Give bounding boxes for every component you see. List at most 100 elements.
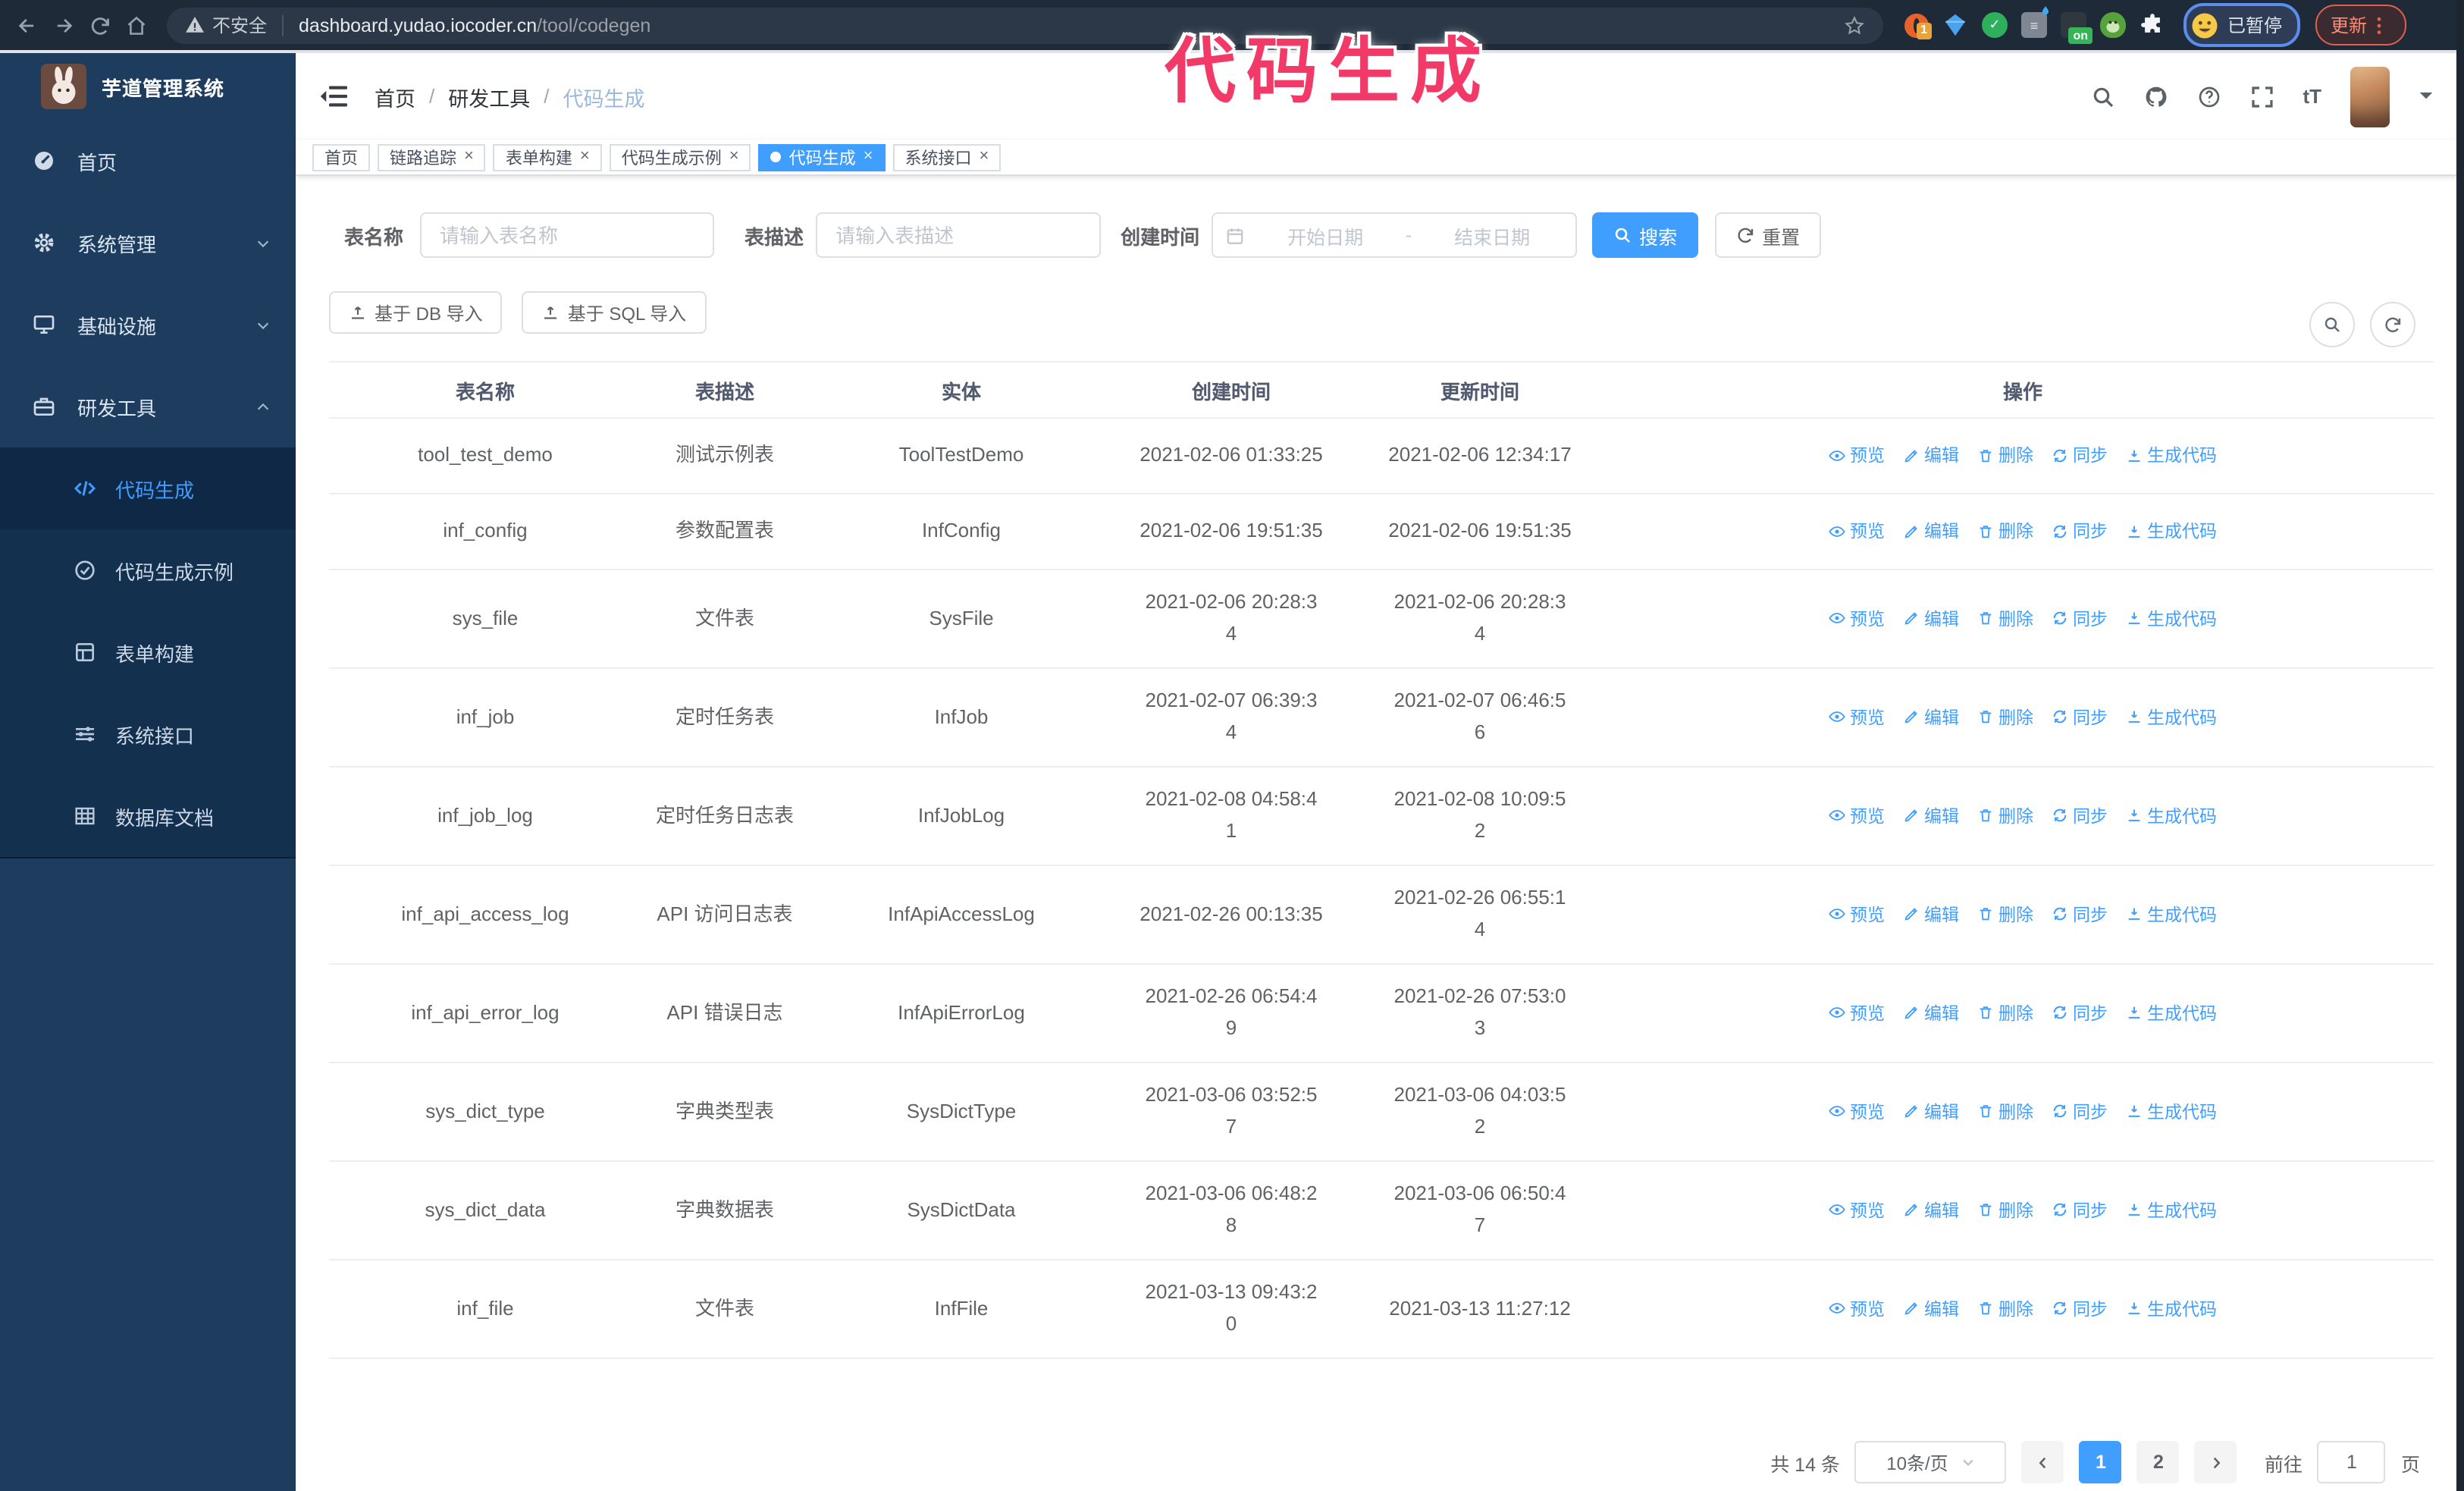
submenu-item-系统接口[interactable]: 系统接口: [0, 693, 296, 775]
preview-link[interactable]: 预览: [1829, 1198, 1885, 1223]
generate-code-link[interactable]: 生成代码: [2126, 705, 2217, 730]
reset-button[interactable]: 重置: [1715, 212, 1822, 258]
generate-code-link[interactable]: 生成代码: [2126, 804, 2217, 828]
delete-link[interactable]: 删除: [1977, 902, 2033, 927]
page-2-button[interactable]: 2: [2136, 1441, 2180, 1483]
avatar-caret-down-icon[interactable]: [2419, 91, 2434, 102]
page-size-select[interactable]: 10条/页: [1854, 1441, 2007, 1483]
generate-code-link[interactable]: 生成代码: [2126, 519, 2217, 544]
submenu-item-代码生成示例[interactable]: 代码生成示例: [0, 529, 296, 611]
browser-update-button[interactable]: 更新: [2315, 5, 2407, 46]
toggle-search-button[interactable]: [2309, 302, 2355, 347]
preview-link[interactable]: 预览: [1829, 607, 1885, 631]
back-icon[interactable]: [9, 7, 45, 43]
sidebar-item-基础设施[interactable]: 基础设施: [0, 284, 296, 366]
edit-link[interactable]: 编辑: [1903, 1198, 1959, 1223]
table-desc-input[interactable]: [816, 212, 1102, 258]
puzzle-extension-icon[interactable]: [2140, 12, 2165, 38]
profile-chip[interactable]: 已暂停: [2183, 3, 2301, 47]
sync-link[interactable]: 同步: [2052, 1001, 2108, 1025]
fullscreen-icon[interactable]: [2249, 84, 2274, 108]
delete-link[interactable]: 删除: [1977, 1001, 2033, 1025]
sync-link[interactable]: 同步: [2052, 607, 2108, 631]
preview-link[interactable]: 预览: [1829, 705, 1885, 730]
end-date-placeholder[interactable]: 结束日期: [1421, 221, 1563, 250]
tag-close-icon[interactable]: ×: [980, 148, 989, 165]
url-path[interactable]: /tool/codegen: [537, 14, 650, 36]
forward-icon[interactable]: [45, 7, 82, 43]
delete-link[interactable]: 删除: [1977, 519, 2033, 544]
edit-link[interactable]: 编辑: [1903, 444, 1959, 468]
preview-link[interactable]: 预览: [1829, 1001, 1885, 1025]
on-badge-extension-icon[interactable]: on: [2061, 12, 2093, 44]
tag-close-icon[interactable]: ×: [864, 148, 873, 165]
submenu-item-表单构建[interactable]: 表单构建: [0, 611, 296, 693]
user-avatar[interactable]: [2350, 66, 2390, 127]
search-icon[interactable]: [2090, 84, 2114, 108]
sync-link[interactable]: 同步: [2052, 902, 2108, 927]
home-icon[interactable]: [118, 7, 155, 43]
font-size-icon[interactable]: tT: [2303, 85, 2321, 108]
tag-链路追踪[interactable]: 链路追踪 ×: [378, 143, 486, 171]
preview-link[interactable]: 预览: [1829, 1297, 1885, 1321]
sync-link[interactable]: 同步: [2052, 1297, 2108, 1321]
table-name-input[interactable]: [420, 212, 715, 258]
security-label[interactable]: 不安全: [212, 12, 267, 38]
preview-link[interactable]: 预览: [1829, 804, 1885, 828]
preview-link[interactable]: 预览: [1829, 1100, 1885, 1124]
monkey-extension-icon[interactable]: [2100, 12, 2126, 38]
generate-code-link[interactable]: 生成代码: [2126, 1001, 2217, 1025]
help-icon[interactable]: [2196, 84, 2221, 108]
generate-code-link[interactable]: 生成代码: [2126, 902, 2217, 927]
edit-link[interactable]: 编辑: [1903, 705, 1959, 730]
tag-系统接口[interactable]: 系统接口 ×: [892, 143, 1002, 171]
browser-scrollbar[interactable]: [2456, 0, 2464, 1491]
preview-link[interactable]: 预览: [1829, 444, 1885, 468]
submenu-item-代码生成[interactable]: 代码生成: [0, 447, 296, 529]
tag-代码生成示例[interactable]: 代码生成示例 ×: [609, 143, 751, 171]
edit-link[interactable]: 编辑: [1903, 1100, 1959, 1124]
generate-code-link[interactable]: 生成代码: [2126, 1198, 2217, 1223]
sidebar-item-系统管理[interactable]: 系统管理: [0, 202, 296, 284]
refresh-table-button[interactable]: [2370, 302, 2415, 347]
date-range-picker[interactable]: 开始日期 - 结束日期: [1212, 212, 1578, 258]
import-sql-button[interactable]: 基于 SQL 导入: [522, 291, 707, 334]
github-icon[interactable]: [2143, 84, 2168, 108]
delete-link[interactable]: 删除: [1977, 705, 2033, 730]
start-date-placeholder[interactable]: 开始日期: [1254, 221, 1397, 250]
sliders-extension-icon[interactable]: ≡: [2021, 6, 2049, 38]
delete-link[interactable]: 删除: [1977, 804, 2033, 828]
address-bar[interactable]: 不安全 dashboard.yudao.iocoder.cn /tool/cod…: [167, 7, 1883, 43]
delete-link[interactable]: 删除: [1977, 1297, 2033, 1321]
sync-link[interactable]: 同步: [2052, 705, 2108, 730]
sidebar-item-首页[interactable]: 首页: [0, 120, 296, 202]
prev-page-button[interactable]: [2021, 1441, 2064, 1483]
edit-link[interactable]: 编辑: [1903, 804, 1959, 828]
edit-link[interactable]: 编辑: [1903, 1297, 1959, 1321]
breadcrumb-dev-tools[interactable]: 研发工具: [448, 81, 530, 111]
import-db-button[interactable]: 基于 DB 导入: [329, 291, 503, 334]
edit-link[interactable]: 编辑: [1903, 607, 1959, 631]
page-1-button[interactable]: 1: [2079, 1441, 2122, 1483]
edit-link[interactable]: 编辑: [1903, 1001, 1959, 1025]
delete-link[interactable]: 删除: [1977, 1198, 2033, 1223]
preview-link[interactable]: 预览: [1829, 519, 1885, 544]
preview-link[interactable]: 预览: [1829, 902, 1885, 927]
sync-link[interactable]: 同步: [2052, 1100, 2108, 1124]
tag-表单构建[interactable]: 表单构建 ×: [493, 143, 602, 171]
search-button[interactable]: 搜索: [1592, 212, 1699, 258]
app-logo[interactable]: 芋道管理系统: [0, 53, 296, 120]
sync-link[interactable]: 同步: [2052, 444, 2108, 468]
kebab-menu-icon[interactable]: [2376, 16, 2391, 34]
green-check-extension-icon[interactable]: ✓: [1982, 12, 2008, 38]
tag-首页[interactable]: 首页: [312, 143, 370, 171]
bookmark-star-icon[interactable]: [1844, 14, 1865, 36]
sync-link[interactable]: 同步: [2052, 1198, 2108, 1223]
reload-icon[interactable]: [82, 7, 118, 43]
tag-close-icon[interactable]: ×: [464, 148, 474, 165]
edit-link[interactable]: 编辑: [1903, 902, 1959, 927]
sync-link[interactable]: 同步: [2052, 804, 2108, 828]
generate-code-link[interactable]: 生成代码: [2126, 607, 2217, 631]
hamburger-icon[interactable]: [320, 85, 349, 108]
sidebar-item-研发工具[interactable]: 研发工具: [0, 366, 296, 447]
